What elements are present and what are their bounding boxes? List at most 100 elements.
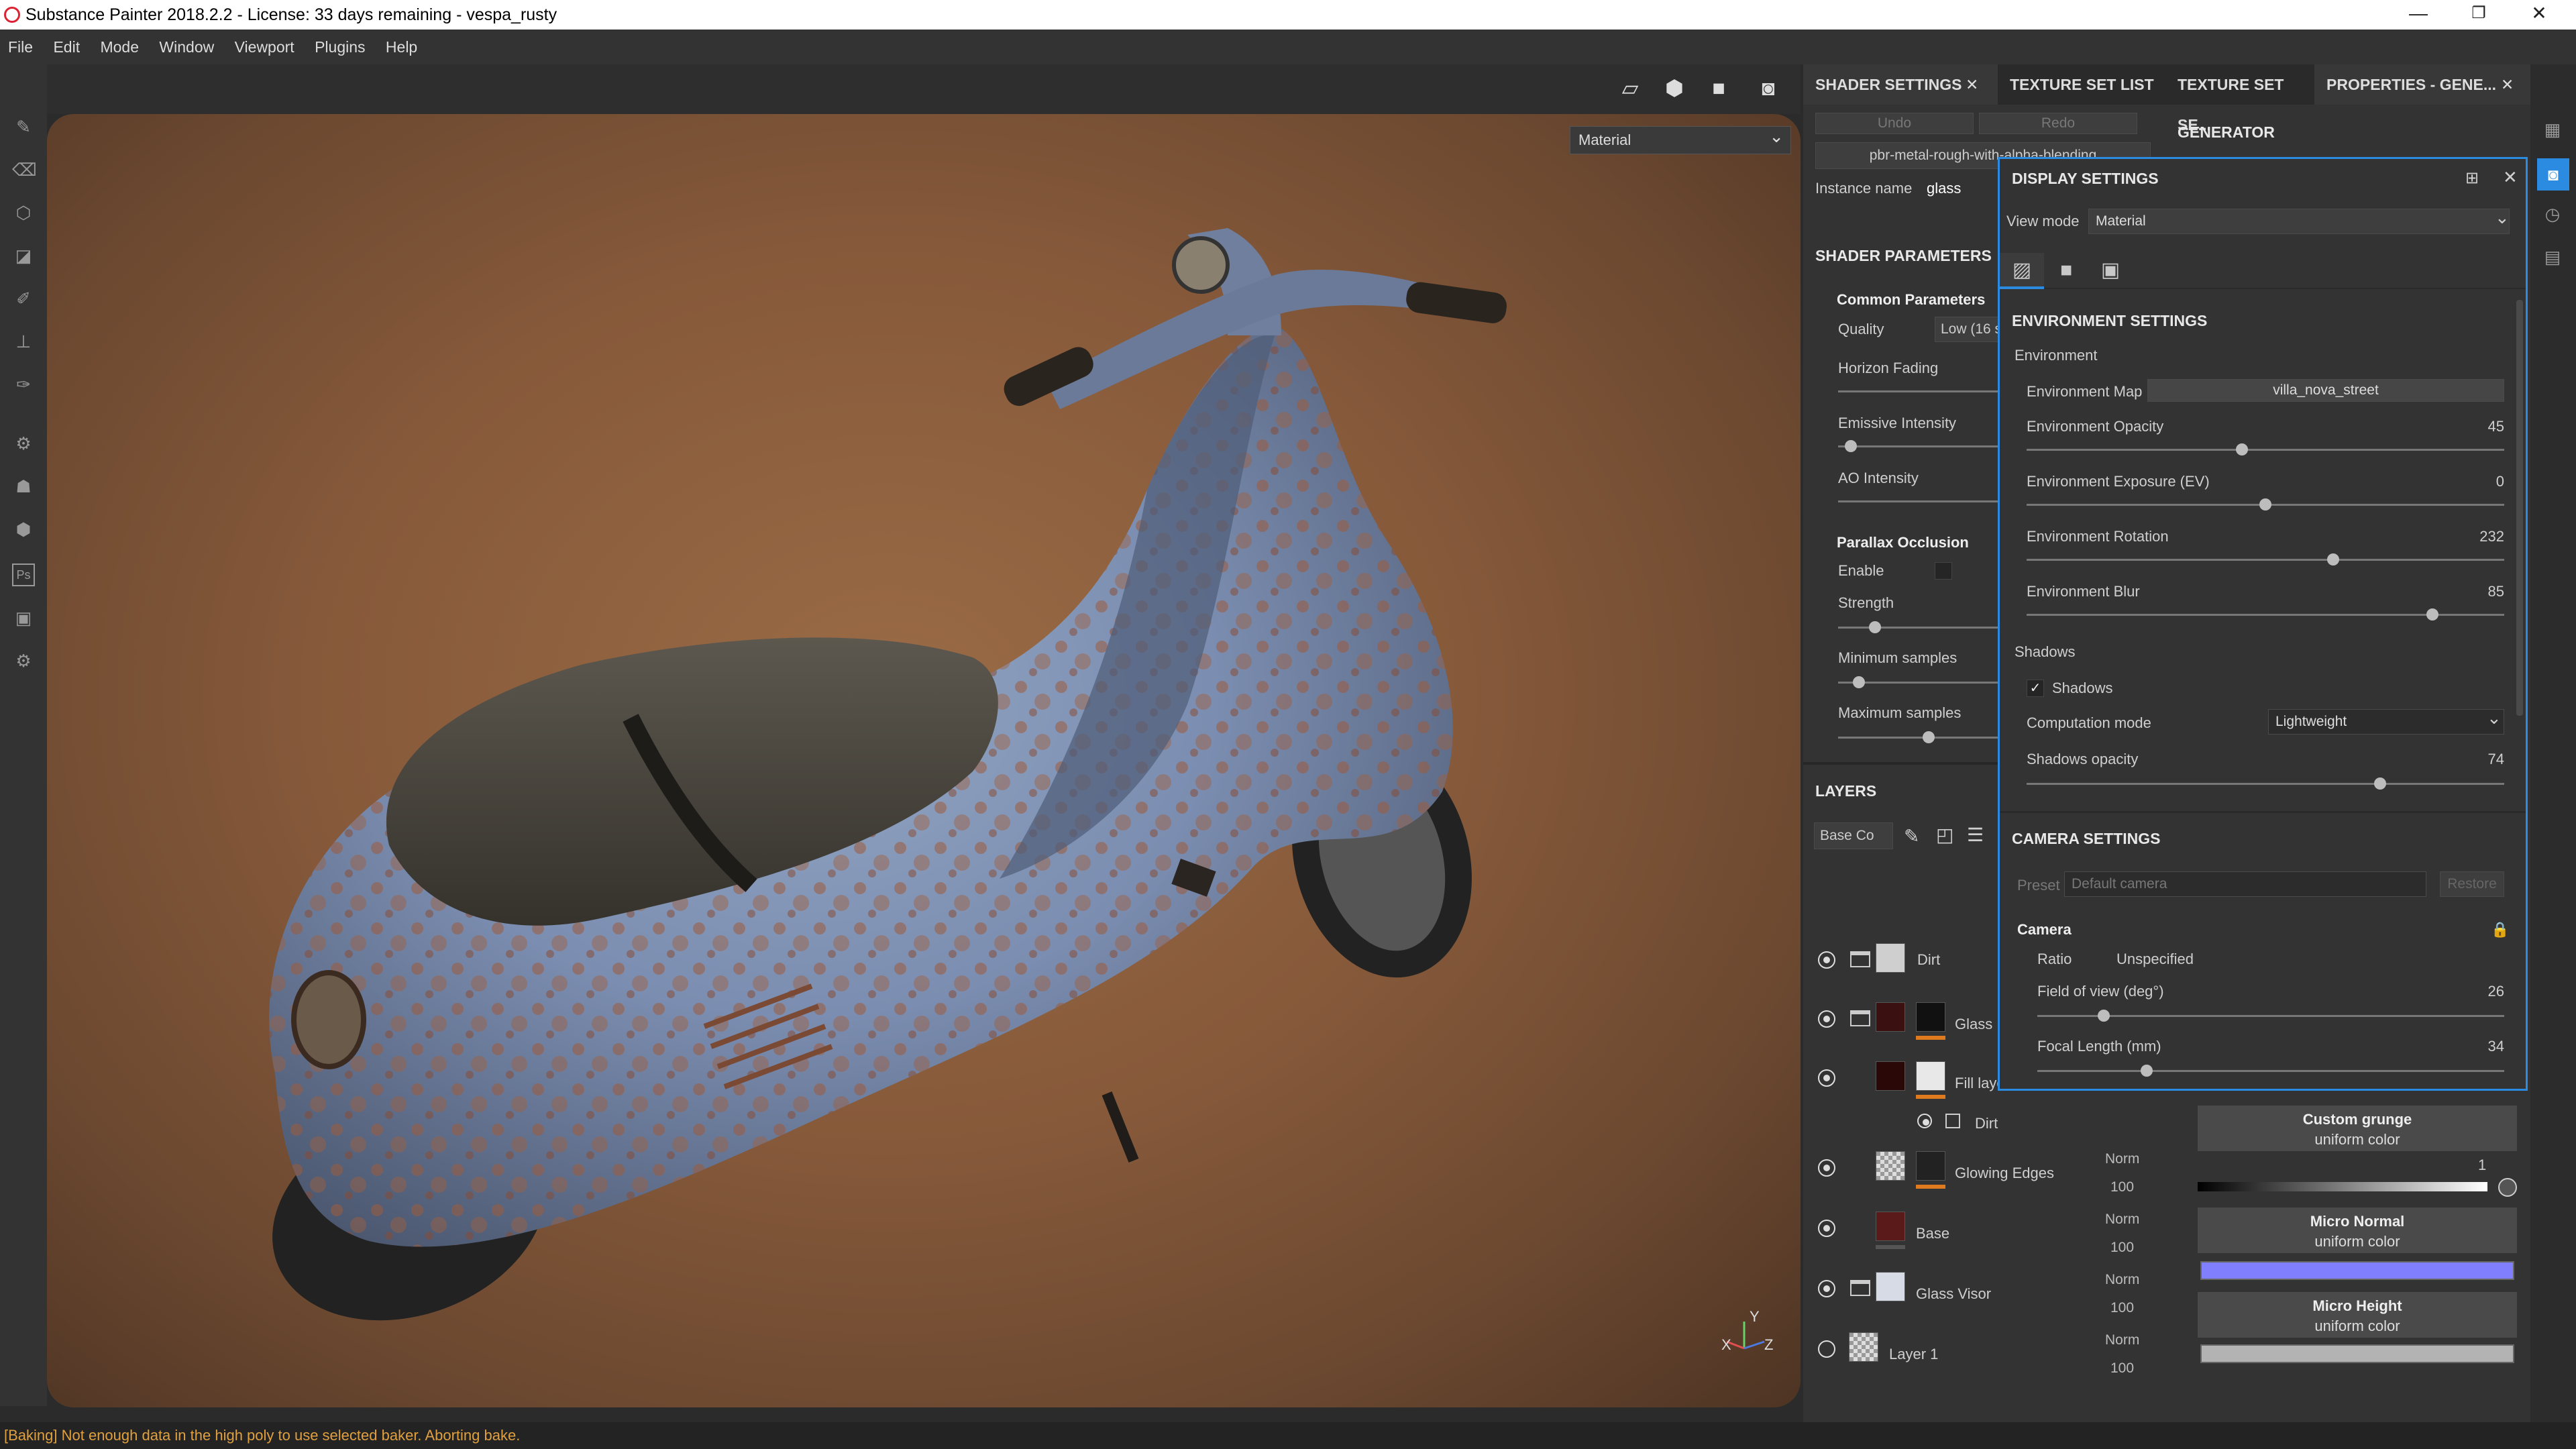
- minimize-button[interactable]: —: [2388, 0, 2449, 30]
- restore-button[interactable]: Restore: [2440, 871, 2504, 897]
- polygon-fill-icon[interactable]: ◪: [12, 244, 35, 267]
- view-3d-icon[interactable]: ⬢: [1657, 72, 1692, 103]
- tab-texture-set-settings[interactable]: TEXTURE SET SE...: [2165, 64, 2314, 133]
- clone-stamp-icon[interactable]: ⊥: [12, 330, 35, 353]
- emissive-knob[interactable]: [1845, 440, 1857, 452]
- export-icon[interactable]: ▣: [12, 606, 35, 629]
- picker-icon[interactable]: [2498, 1178, 2517, 1197]
- screenshot-icon[interactable]: ◙: [1751, 72, 1786, 103]
- environment-exposure-slider[interactable]: [2027, 498, 2504, 511]
- min-samples-knob[interactable]: [1853, 676, 1865, 688]
- iray-icon[interactable]: ☗: [12, 475, 35, 498]
- add-layer-icon[interactable]: ☰: [1967, 824, 1984, 846]
- layer-name[interactable]: Glowing Edges: [1955, 1165, 2054, 1182]
- layers-channel-select[interactable]: Base Co: [1814, 822, 1893, 849]
- environment-blur-slider[interactable]: [2027, 608, 2504, 621]
- layer-name[interactable]: Glass Visor: [1916, 1285, 1991, 1303]
- micro-normal-slot[interactable]: Micro Normal uniform color: [2198, 1208, 2517, 1253]
- log-icon[interactable]: ▤: [2541, 246, 2564, 268]
- micro-normal-color-swatch[interactable]: [2200, 1261, 2514, 1280]
- computation-mode-select[interactable]: Lightweight: [2268, 709, 2504, 735]
- layer-row[interactable]: Layer 1 Norm 100: [1803, 1319, 2165, 1378]
- smudge-icon[interactable]: ✐: [12, 287, 35, 310]
- preset-input[interactable]: Default camera: [2064, 871, 2426, 897]
- tab-texture-set-list[interactable]: TEXTURE SET LIST: [1998, 64, 2165, 105]
- layer-opacity[interactable]: 100: [2110, 1360, 2134, 1377]
- grunge-value[interactable]: 1: [2478, 1157, 2486, 1174]
- layer-row[interactable]: Glowing Edges Norm 100: [1803, 1138, 2165, 1197]
- eye-hidden-icon[interactable]: [1818, 1340, 1835, 1358]
- maximize-button[interactable]: ❐: [2449, 0, 2509, 30]
- tab-close-icon[interactable]: ✕: [2501, 64, 2528, 105]
- environment-exposure-knob[interactable]: [2259, 498, 2271, 511]
- blend-mode[interactable]: Norm: [2105, 1151, 2139, 1167]
- 3d-viewport[interactable]: Material ⌄ Y X Z: [47, 114, 1801, 1407]
- field-of-view-knob[interactable]: [2098, 1010, 2110, 1022]
- micro-height-slot[interactable]: Micro Height uniform color: [2198, 1292, 2517, 1338]
- view-mode-select[interactable]: Material: [2088, 209, 2510, 234]
- environment-opacity-value[interactable]: 45: [2443, 418, 2504, 435]
- environment-exposure-value[interactable]: 0: [2443, 473, 2504, 490]
- menu-help[interactable]: Help: [378, 30, 425, 64]
- color-picker-icon[interactable]: ✑: [12, 373, 35, 396]
- share-icon[interactable]: ⬢: [12, 518, 35, 541]
- layer-name[interactable]: Dirt: [1917, 951, 1940, 969]
- add-effect-icon[interactable]: ✎: [1904, 825, 1919, 847]
- history-icon[interactable]: ◷: [2541, 203, 2564, 225]
- eye-icon[interactable]: [1818, 951, 1835, 969]
- field-of-view-value[interactable]: 26: [2443, 983, 2504, 1000]
- focal-length-knob[interactable]: [2141, 1065, 2153, 1077]
- paint-brush-icon[interactable]: ✎: [12, 115, 35, 138]
- environment-blur-value[interactable]: 85: [2443, 583, 2504, 600]
- environment-opacity-knob[interactable]: [2236, 443, 2248, 455]
- strength-knob[interactable]: [1869, 621, 1881, 633]
- eye-icon[interactable]: [1917, 1114, 1932, 1128]
- grunge-gradient-slider[interactable]: [2198, 1182, 2487, 1191]
- eye-icon[interactable]: [1818, 1220, 1835, 1237]
- display-settings-icon[interactable]: ◙: [2537, 158, 2569, 191]
- layout-icon[interactable]: ▦: [2541, 118, 2564, 141]
- custom-grunge-slot[interactable]: Custom grunge uniform color: [2198, 1106, 2517, 1151]
- menu-window[interactable]: Window: [151, 30, 222, 64]
- focal-length-value[interactable]: 34: [2443, 1038, 2504, 1055]
- parallax-occlusion-group[interactable]: Parallax Occlusion: [1837, 534, 1969, 551]
- environment-blur-knob[interactable]: [2426, 608, 2438, 621]
- tab-properties-generator[interactable]: PROPERTIES - GENE...: [2314, 64, 2530, 105]
- layer-opacity[interactable]: 100: [2110, 1300, 2134, 1316]
- shadows-checkbox[interactable]: ✓: [2027, 680, 2044, 697]
- menu-file[interactable]: File: [0, 30, 41, 64]
- view-2d-icon[interactable]: ▱: [1613, 72, 1648, 103]
- menu-viewport[interactable]: Viewport: [227, 30, 303, 64]
- blend-mode[interactable]: Norm: [2105, 1212, 2139, 1228]
- display-scrollbar[interactable]: [2516, 300, 2523, 716]
- eye-icon[interactable]: [1818, 1159, 1835, 1177]
- eye-icon[interactable]: [1818, 1010, 1835, 1028]
- menu-mode[interactable]: Mode: [92, 30, 147, 64]
- camera-tab-icon[interactable]: ■: [2044, 253, 2088, 289]
- shadows-opacity-value[interactable]: 74: [2443, 751, 2504, 768]
- projection-icon[interactable]: ⬡: [12, 201, 35, 224]
- environment-tab-icon[interactable]: ▨: [2000, 253, 2044, 289]
- bake-icon[interactable]: ⚙: [12, 432, 35, 455]
- close-button[interactable]: ✕: [2509, 0, 2569, 30]
- max-samples-knob[interactable]: [1923, 731, 1935, 743]
- layer-name[interactable]: Base: [1916, 1225, 1949, 1242]
- redo-button[interactable]: Redo: [1979, 113, 2137, 134]
- focal-length-slider[interactable]: [2037, 1065, 2504, 1077]
- common-parameters-group[interactable]: Common Parameters: [1837, 291, 1985, 309]
- parallax-enable-checkbox[interactable]: [1935, 562, 1952, 580]
- effect-name[interactable]: Dirt: [1975, 1115, 1998, 1132]
- camera-icon[interactable]: ■: [1701, 72, 1736, 103]
- layer-name[interactable]: Layer 1: [1889, 1346, 1938, 1363]
- layer-name[interactable]: Glass: [1955, 1016, 1992, 1033]
- undo-button[interactable]: Undo: [1815, 113, 1974, 134]
- instance-name-value[interactable]: glass: [1927, 180, 1961, 197]
- undock-icon[interactable]: ⊞: [2465, 168, 2479, 188]
- effect-row[interactable]: Dirt: [1803, 1107, 2165, 1136]
- menu-plugins[interactable]: Plugins: [307, 30, 373, 64]
- menu-edit[interactable]: Edit: [45, 30, 88, 64]
- layer-opacity[interactable]: 100: [2110, 1179, 2134, 1195]
- environment-rotation-knob[interactable]: [2327, 553, 2339, 566]
- shadows-opacity-slider[interactable]: [2027, 777, 2504, 790]
- tab-close-icon[interactable]: ✕: [1966, 64, 1992, 105]
